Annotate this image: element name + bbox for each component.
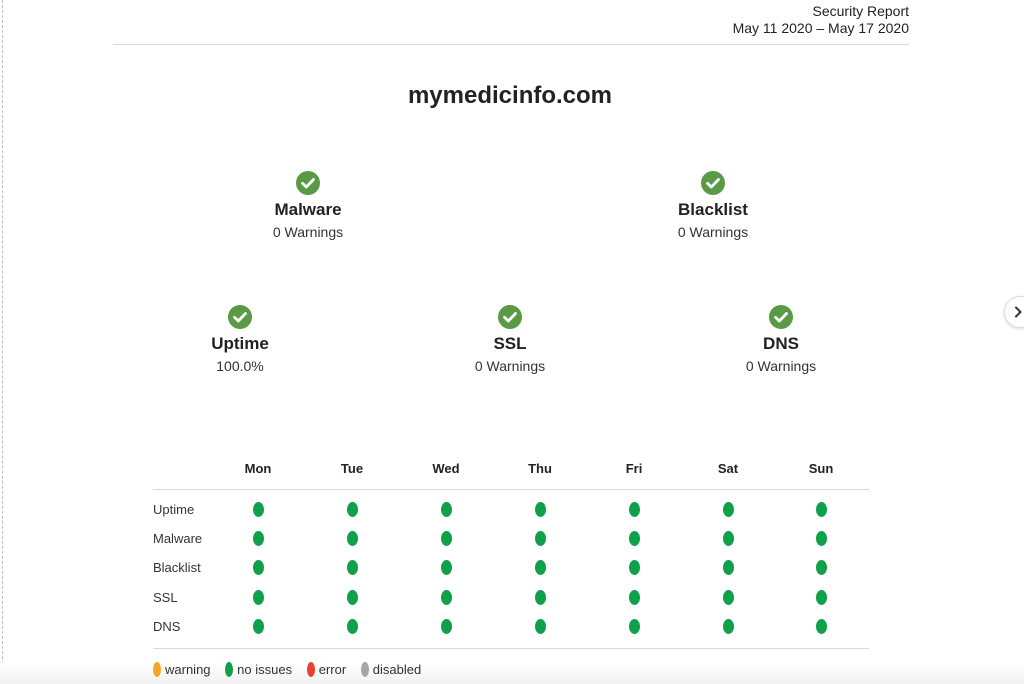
error-dot-icon xyxy=(306,662,315,677)
status-dot xyxy=(815,502,827,517)
status-dot xyxy=(346,560,358,576)
table-row: Blacklist xyxy=(153,553,869,582)
day-header: Sat xyxy=(717,461,739,476)
row-label: Uptime xyxy=(153,502,195,517)
summary-value: 0 Warnings xyxy=(745,358,817,374)
summary-value: 100.0% xyxy=(216,358,264,374)
day-header: Fri xyxy=(625,461,643,476)
status-dot xyxy=(440,589,452,605)
status-dot xyxy=(440,618,452,634)
table-row: Malware xyxy=(153,524,869,553)
status-dot xyxy=(252,560,264,576)
status-legend: warning no issues error disabled xyxy=(153,662,432,680)
status-dot xyxy=(252,531,264,547)
status-dot xyxy=(534,502,546,517)
status-dot xyxy=(628,560,640,576)
legend-item-warning: warning xyxy=(153,662,211,677)
status-dot xyxy=(815,589,827,605)
table-row: DNS xyxy=(153,612,869,641)
status-dot xyxy=(252,502,264,517)
report-header: Security Report May 11 2020 – May 17 202… xyxy=(733,3,909,37)
summary-label: DNS xyxy=(763,334,799,353)
check-circle-icon xyxy=(769,305,793,329)
next-page-button[interactable] xyxy=(1004,296,1024,328)
status-dot xyxy=(534,618,546,634)
summary-ssl: SSL 0 Warnings xyxy=(420,305,600,375)
day-header: Tue xyxy=(340,461,364,476)
day-header: Thu xyxy=(528,461,552,476)
status-dot xyxy=(252,589,264,605)
legend-label: warning xyxy=(165,662,211,677)
status-dot xyxy=(534,531,546,547)
site-domain: mymedicinfo.com xyxy=(407,82,613,109)
status-dot xyxy=(628,502,640,517)
summary-value: 0 Warnings xyxy=(272,224,344,240)
summary-label: Malware xyxy=(274,200,342,219)
summary-uptime: Uptime 100.0% xyxy=(150,305,330,375)
legend-item-error: error xyxy=(306,662,347,677)
legend-label: no issues xyxy=(237,662,293,677)
summary-blacklist: Blacklist 0 Warnings xyxy=(623,171,803,241)
report-date-range: May 11 2020 – May 17 2020 xyxy=(732,20,909,36)
summary-label: SSL xyxy=(493,334,527,353)
chevron-right-icon xyxy=(1015,306,1022,318)
summary-dns: DNS 0 Warnings xyxy=(691,305,871,375)
no-issues-dot-icon xyxy=(225,662,234,677)
status-dot xyxy=(722,531,734,547)
status-dot xyxy=(722,589,734,605)
status-dot xyxy=(815,531,827,547)
row-label: Malware xyxy=(153,531,203,547)
status-dot xyxy=(440,531,452,547)
status-dot xyxy=(440,502,452,517)
check-circle-icon xyxy=(498,305,522,329)
day-header-row: Mon Tue Wed Thu Fri Sat Sun xyxy=(153,456,869,489)
status-dot xyxy=(346,618,358,634)
legend-item-no-issues: no issues xyxy=(225,662,292,677)
summary-label: Uptime xyxy=(211,334,269,353)
row-label: DNS xyxy=(153,618,181,634)
table-row: SSL xyxy=(153,583,869,612)
status-dot xyxy=(628,531,640,547)
day-header: Sun xyxy=(808,461,834,476)
status-dot xyxy=(722,502,734,517)
status-dot xyxy=(252,618,264,634)
status-dot xyxy=(628,618,640,634)
summary-malware: Malware 0 Warnings xyxy=(218,171,398,241)
day-header: Wed xyxy=(432,461,460,476)
check-circle-icon xyxy=(228,305,252,329)
status-dot xyxy=(628,589,640,605)
row-label: SSL xyxy=(153,589,178,605)
legend-label: error xyxy=(318,662,347,677)
row-label: Blacklist xyxy=(153,560,201,576)
warning-dot-icon xyxy=(153,662,161,677)
status-dot xyxy=(722,560,734,576)
table-row: Uptime xyxy=(153,495,869,524)
legend-item-disabled: disabled xyxy=(360,662,422,677)
status-dot xyxy=(534,589,546,605)
report-title: Security Report xyxy=(812,3,909,19)
status-dot xyxy=(346,531,358,547)
status-dot xyxy=(346,502,358,517)
table-divider xyxy=(153,489,869,490)
weekly-status-table: Mon Tue Wed Thu Fri Sat Sun Uptime Malwa… xyxy=(153,456,869,649)
legend-label: disabled xyxy=(372,662,422,677)
status-dot xyxy=(722,618,734,634)
summary-value: 0 Warnings xyxy=(677,224,749,240)
header-divider xyxy=(113,44,909,45)
day-header: Mon xyxy=(244,461,272,476)
summary-label: Blacklist xyxy=(678,200,748,219)
status-dot xyxy=(534,560,546,576)
check-circle-icon xyxy=(701,171,725,195)
status-dot xyxy=(346,589,358,605)
status-dot xyxy=(815,618,827,634)
summary-value: 0 Warnings xyxy=(474,358,546,374)
table-divider xyxy=(153,647,869,649)
status-dot xyxy=(815,560,827,576)
check-circle-icon xyxy=(296,171,320,195)
status-dot xyxy=(440,560,452,576)
disabled-dot-icon xyxy=(360,662,369,677)
